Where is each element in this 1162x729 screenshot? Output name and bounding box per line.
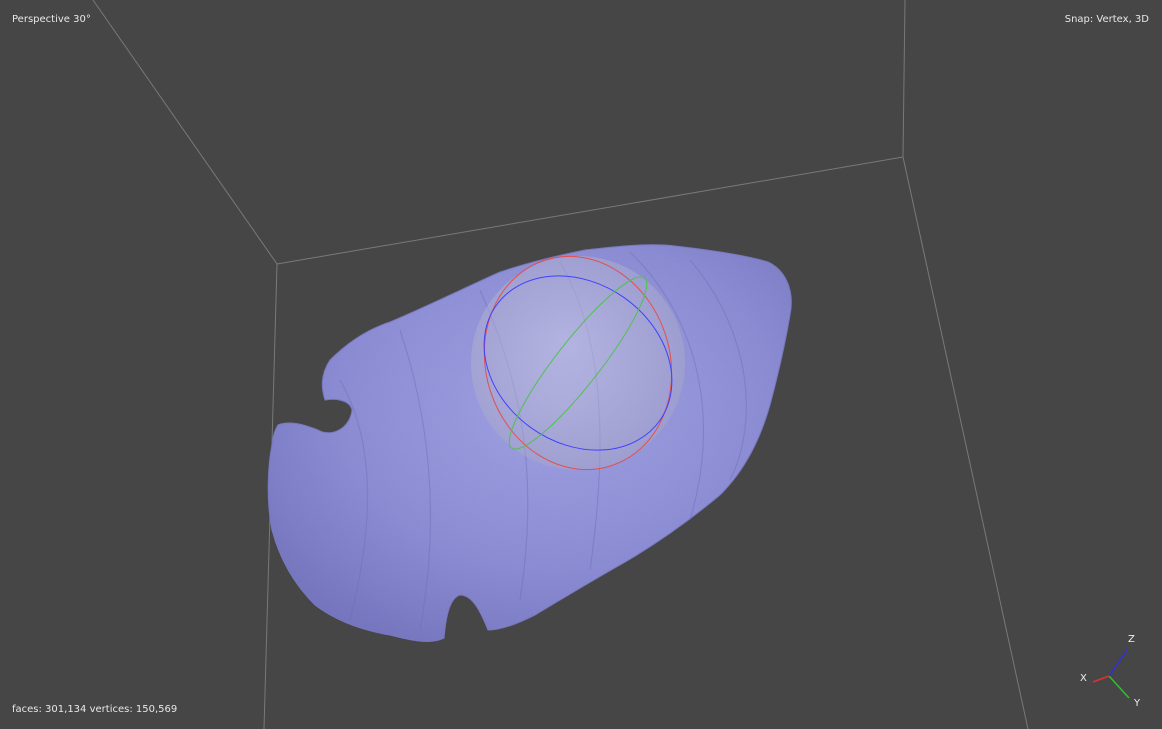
mesh-stats-label: faces: 301,134 vertices: 150,569	[12, 704, 178, 715]
box-edge	[902, 0, 906, 158]
box-edge	[902, 156, 1029, 729]
axis-z-line	[1108, 649, 1128, 677]
axis-x-label: X	[1080, 673, 1087, 684]
axis-z-label: Z	[1128, 634, 1135, 645]
3d-viewport[interactable]: Perspective 30° Snap: Vertex, 3D faces: …	[0, 0, 1162, 729]
axis-y-label: Y	[1133, 698, 1141, 709]
axis-orientation-gizmo: X Y Z	[1080, 634, 1141, 709]
trackball-sphere[interactable]	[471, 256, 685, 470]
snap-mode-label: Snap: Vertex, 3D	[1064, 14, 1149, 25]
scene-canvas[interactable]	[0, 0, 1162, 729]
box-edge	[276, 156, 904, 265]
view-mode-label: Perspective 30°	[12, 14, 91, 25]
box-edge	[92, 0, 278, 265]
axis-y-line	[1108, 675, 1130, 699]
axis-x-line	[1092, 675, 1110, 683]
